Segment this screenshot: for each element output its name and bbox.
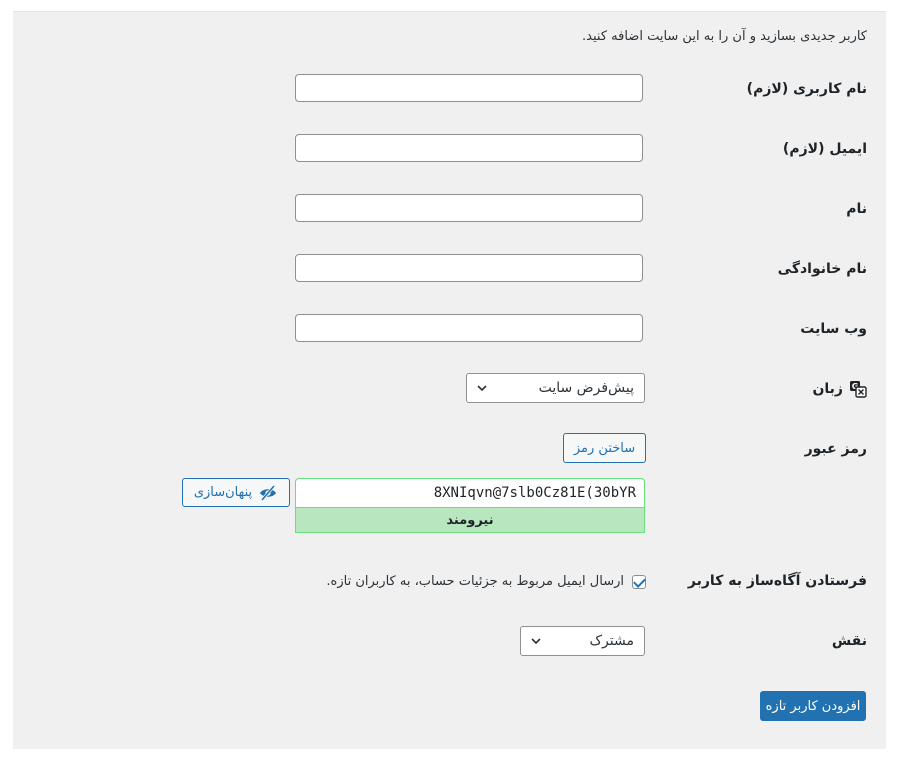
role-label: نقش xyxy=(832,633,867,649)
last-name-label-text: نام خانوادگی xyxy=(777,261,867,277)
last-name-field[interactable] xyxy=(295,254,643,282)
email-field[interactable] xyxy=(295,134,643,162)
language-selected: پیش‌فرض سایت xyxy=(538,380,634,396)
translation-icon: G xyxy=(849,380,867,398)
send-notification-checkbox[interactable] xyxy=(632,574,646,589)
email-label: ایمیل (لازم) xyxy=(783,141,867,157)
language-label-text: زبان xyxy=(812,381,843,397)
language-label: G زبان xyxy=(812,380,867,398)
eye-slash-icon xyxy=(258,484,278,501)
password-strength-meter: نیرومند xyxy=(295,507,645,533)
password-label: رمز عبور xyxy=(805,441,867,457)
role-selected: مشترک xyxy=(589,633,634,649)
first-name-label: نام xyxy=(846,201,867,217)
website-label: وب سایت xyxy=(800,321,867,337)
website-field[interactable] xyxy=(295,314,643,342)
add-new-user-label: افزودن کاربر تازه xyxy=(765,698,861,714)
chevron-down-icon xyxy=(529,634,543,648)
email-label-text: ایمیل (لازم) xyxy=(782,141,867,157)
hide-password-label: پنهان‌سازی xyxy=(193,485,253,500)
website-label-text: وب سایت xyxy=(800,321,867,337)
add-new-user-button[interactable]: افزودن کاربر تازه xyxy=(760,691,866,721)
first-name-field[interactable] xyxy=(295,194,643,222)
generate-password-label: ساختن رمز xyxy=(573,440,636,456)
role-label-text: نقش xyxy=(831,633,867,649)
username-label-text: نام کاربری (لازم) xyxy=(746,81,867,97)
username-label: نام کاربری (لازم) xyxy=(747,81,867,97)
form-panel xyxy=(13,11,886,749)
chevron-down-icon xyxy=(475,381,489,395)
last-name-label: نام خانوادگی xyxy=(778,261,867,277)
send-notification-option: ارسال ایمیل مربوط به جزئیات حساب، به کار… xyxy=(326,574,646,589)
password-strength-text: نیرومند xyxy=(446,512,494,528)
send-notification-label: فرستادن آگاه‌ساز به کاربر xyxy=(688,573,867,589)
form-intro: کاربر جدیدی بسازید و آن را به این سایت ا… xyxy=(582,29,867,44)
password-label-text: رمز عبور xyxy=(804,441,867,457)
first-name-label-text: نام xyxy=(846,201,867,217)
hide-password-button[interactable]: پنهان‌سازی xyxy=(182,478,290,507)
language-select[interactable]: پیش‌فرض سایت xyxy=(466,373,645,403)
send-notification-label-text: فرستادن آگاه‌ساز به کاربر xyxy=(687,573,867,589)
role-select[interactable]: مشترک xyxy=(520,626,645,656)
send-notification-text: ارسال ایمیل مربوط به جزئیات حساب، به کار… xyxy=(326,574,624,589)
password-input[interactable] xyxy=(295,478,645,507)
username-field[interactable] xyxy=(295,74,643,102)
generate-password-button[interactable]: ساختن رمز xyxy=(563,433,646,463)
